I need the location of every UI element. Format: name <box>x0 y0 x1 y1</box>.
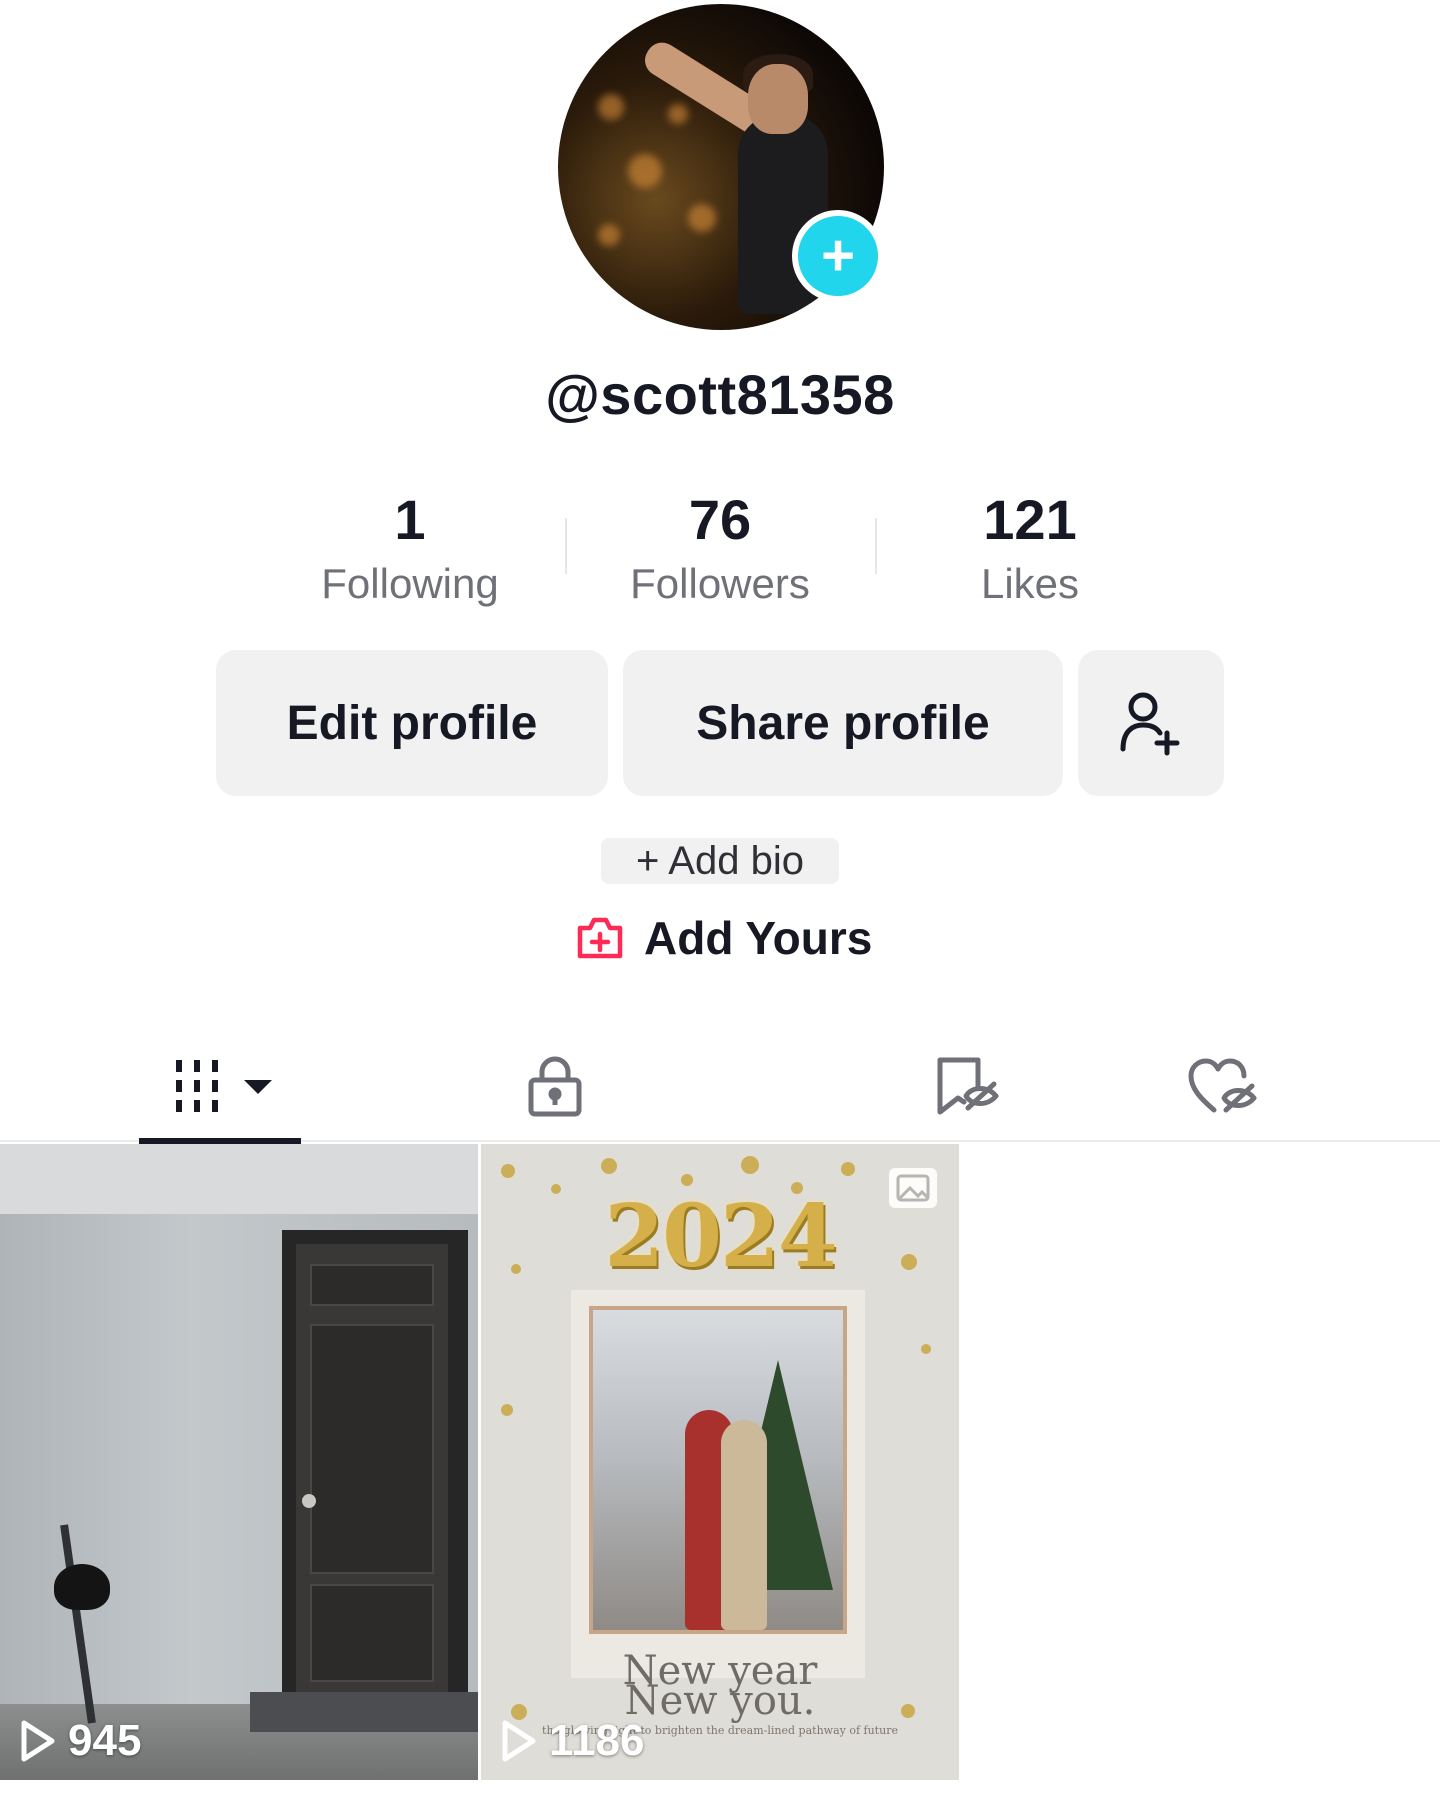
stat-label: Likes <box>980 560 1080 607</box>
lock-icon <box>528 1056 582 1117</box>
add-yours-label: Add Yours <box>644 912 873 964</box>
video-thumbnail[interactable]: 945 <box>0 1144 478 1780</box>
stat-label: Followers <box>630 560 810 607</box>
plus-icon: + <box>821 223 855 288</box>
add-person-icon <box>1120 692 1180 756</box>
view-count-value: 1186 <box>549 1716 645 1765</box>
avatar-container: + <box>558 4 884 330</box>
add-avatar-button[interactable]: + <box>792 210 884 302</box>
add-friend-button[interactable] <box>1078 650 1224 796</box>
view-count: 945 <box>18 1716 141 1766</box>
view-count-value: 945 <box>68 1716 142 1765</box>
add-bio-button[interactable]: + Add bio <box>601 838 839 884</box>
tab-private[interactable] <box>440 1030 670 1142</box>
share-profile-button[interactable]: Share profile <box>623 650 1063 796</box>
add-yours-button[interactable]: Add Yours <box>574 906 872 970</box>
heart-hidden-icon <box>1188 1058 1257 1113</box>
stat-likes[interactable]: 121 Likes <box>875 488 1185 608</box>
photo-post-icon <box>889 1168 937 1208</box>
thumbnail-year: 2024 <box>604 1186 837 1287</box>
stat-divider <box>875 518 877 574</box>
content-tabs <box>0 1030 1440 1144</box>
video-thumbnail[interactable]: 2024 New year New you. the glowing light… <box>481 1144 959 1780</box>
stat-label: Following <box>321 560 499 607</box>
username: @scott81358 <box>545 363 895 426</box>
edit-profile-button[interactable]: Edit profile <box>216 650 608 796</box>
bookmark-hidden-icon <box>937 1057 999 1115</box>
stat-followers[interactable]: 76 Followers <box>565 488 875 608</box>
view-count: 1186 <box>499 1716 644 1766</box>
thumbnail-caption: New year New you. <box>622 1648 818 1724</box>
add-yours-icon <box>577 917 623 959</box>
stat-value: 1 <box>394 488 426 551</box>
stat-divider <box>565 518 567 574</box>
play-icon <box>502 1720 536 1762</box>
tab-liked[interactable] <box>1100 1030 1440 1142</box>
tab-videos[interactable] <box>0 1030 440 1144</box>
play-icon <box>21 1720 55 1762</box>
tab-favorites[interactable] <box>670 1030 1100 1142</box>
profile-stats: 1 Following 76 Followers 121 Likes <box>255 488 1185 608</box>
grid-icon <box>176 1060 272 1112</box>
stat-value: 121 <box>983 488 1077 551</box>
video-grid: 945 2024 New year New you. the glowing l… <box>0 1144 1440 1800</box>
stat-following[interactable]: 1 Following <box>255 488 565 608</box>
stat-value: 76 <box>688 488 752 551</box>
